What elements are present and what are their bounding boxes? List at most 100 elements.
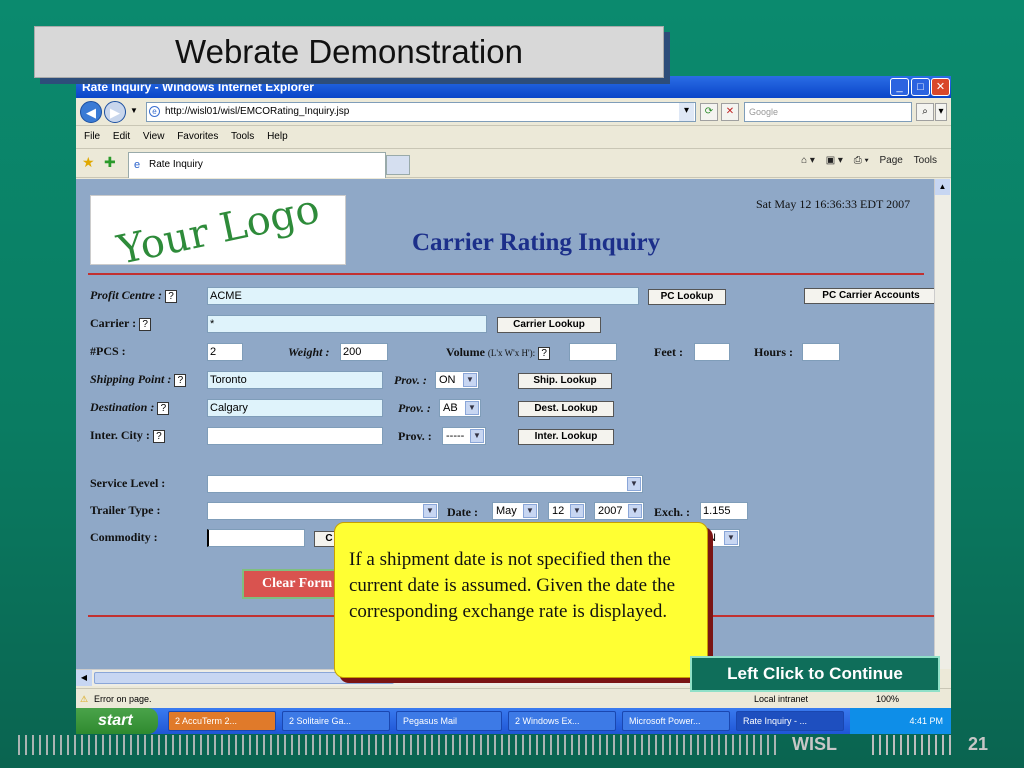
title-divider xyxy=(88,273,924,275)
dest-prov-select[interactable]: AB ▼ xyxy=(439,399,481,417)
search-options-icon[interactable]: ▾ xyxy=(935,103,947,121)
weight-input[interactable]: 200 xyxy=(340,343,388,361)
year-select[interactable]: 2007 ▼ xyxy=(594,502,644,520)
dest-lookup-button[interactable]: Dest. Lookup xyxy=(518,401,614,417)
back-button[interactable]: ◀ xyxy=(80,101,102,123)
print-icon[interactable]: ⎙ ▾ xyxy=(854,155,869,166)
slide-number: 21 xyxy=(968,734,989,754)
clock[interactable]: 4:41 PM xyxy=(909,716,943,726)
task-accuterm[interactable]: 2 AccuTerm 2... xyxy=(168,711,276,731)
carrier-label: Carrier : ? xyxy=(90,316,152,331)
tab-label: Rate Inquiry xyxy=(149,159,203,170)
menu-tools[interactable]: Tools xyxy=(231,131,254,142)
carrier-help-icon[interactable]: ? xyxy=(139,317,152,331)
date-label: Date : xyxy=(447,505,478,519)
company-logo: Your Logo xyxy=(90,186,346,274)
continue-button[interactable]: Left Click to Continue xyxy=(690,656,940,692)
currency-select[interactable]: N ▼ xyxy=(704,529,740,547)
volume-input[interactable] xyxy=(569,343,617,361)
commodity-input[interactable] xyxy=(207,529,305,547)
pcs-input[interactable]: 2 xyxy=(207,343,243,361)
hours-label: Hours : xyxy=(754,345,793,359)
trailer-type-label: Trailer Type : xyxy=(90,503,161,517)
shipping-help-icon[interactable]: ? xyxy=(174,373,187,387)
zoom-level[interactable]: 100% xyxy=(876,689,899,709)
exchange-rate-input[interactable]: 1.155 xyxy=(700,502,748,520)
status-text: Error on page. xyxy=(94,694,152,704)
footer-decoration xyxy=(18,735,778,755)
chevron-down-icon: ▼ xyxy=(627,477,641,491)
favorites-star-icon[interactable]: ★ xyxy=(82,154,95,171)
close-button[interactable]: ✕ xyxy=(931,78,950,96)
menu-file[interactable]: File xyxy=(84,131,100,142)
task-pegasus-mail[interactable]: Pegasus Mail xyxy=(396,711,502,731)
home-icon[interactable]: ⌂ ▾ xyxy=(801,155,815,166)
system-tray: 4:41 PM xyxy=(850,708,951,734)
stop-icon[interactable]: ✕ xyxy=(721,103,739,121)
profit-centre-help-icon[interactable]: ? xyxy=(165,289,177,303)
window-titlebar: Rate Inquiry - Windows Internet Explorer xyxy=(76,76,951,98)
forward-button[interactable]: ▶ xyxy=(104,101,126,123)
volume-label: Volume (L'x W'x H'): ? xyxy=(446,345,551,360)
pc-carrier-accounts-button[interactable]: PC Carrier Accounts xyxy=(804,288,938,304)
carrier-lookup-button[interactable]: Carrier Lookup xyxy=(497,317,601,333)
task-rate-inquiry[interactable]: Rate Inquiry - ... xyxy=(736,711,844,731)
inter-city-input[interactable] xyxy=(207,427,383,445)
add-favorite-icon[interactable]: ✚ xyxy=(104,154,116,171)
search-input[interactable]: Google xyxy=(744,102,912,122)
vertical-scrollbar[interactable]: ▲ xyxy=(934,179,951,669)
pc-lookup-button[interactable]: PC Lookup xyxy=(648,289,726,305)
footer-brand: WISL xyxy=(792,734,837,754)
new-tab-button[interactable] xyxy=(386,155,410,175)
menu-edit[interactable]: Edit xyxy=(113,131,130,142)
inter-prov-select[interactable]: ----- ▼ xyxy=(442,427,486,445)
volume-help-icon[interactable]: ? xyxy=(538,346,551,360)
hours-input[interactable] xyxy=(802,343,840,361)
start-button[interactable]: start xyxy=(76,708,158,734)
shipping-point-input[interactable]: Toronto xyxy=(207,371,383,389)
service-level-select[interactable]: ▼ xyxy=(207,475,643,493)
task-windows-explorer[interactable]: 2 Windows Ex... xyxy=(508,711,616,731)
task-powerpoint[interactable]: Microsoft Power... xyxy=(622,711,730,731)
task-solitaire[interactable]: 2 Solitaire Ga... xyxy=(282,711,390,731)
chevron-down-icon: ▼ xyxy=(628,504,642,518)
current-datetime: Sat May 12 16:36:33 EDT 2007 xyxy=(756,197,911,211)
warning-icon[interactable]: ⚠ xyxy=(80,689,88,709)
month-select[interactable]: May ▼ xyxy=(492,502,539,520)
ie-page-icon: e xyxy=(134,159,141,171)
shipping-prov-label: Prov. : xyxy=(394,373,427,387)
menu-bar: File Edit View Favorites Tools Help xyxy=(76,127,951,147)
profit-centre-input[interactable]: ACME xyxy=(207,287,639,305)
tab-rate-inquiry[interactable]: e Rate Inquiry xyxy=(128,152,386,178)
pcs-label: #PCS : xyxy=(90,344,126,358)
inter-lookup-button[interactable]: Inter. Lookup xyxy=(518,429,614,445)
address-dropdown-icon[interactable]: ▾ xyxy=(679,103,694,121)
day-select[interactable]: 12 ▼ xyxy=(548,502,586,520)
search-icon[interactable]: ⌕ xyxy=(916,103,934,121)
chevron-down-icon: ▼ xyxy=(570,504,584,518)
trailer-type-select[interactable]: ▼ xyxy=(207,502,439,520)
favorites-bar: ★ ✚ e Rate Inquiry ⌂ ▾ ▣ ▾ ⎙ ▾ Page Tool… xyxy=(76,148,951,178)
callout-note: If a shipment date is not specified then… xyxy=(334,522,708,678)
destination-help-icon[interactable]: ? xyxy=(157,401,170,415)
carrier-input[interactable]: * xyxy=(207,315,487,333)
tools-menu[interactable]: Tools xyxy=(914,155,937,166)
recent-pages-icon[interactable]: ▼ xyxy=(130,106,138,115)
address-input[interactable]: http://wisl01/wisl/EMCORating_Inquiry.js… xyxy=(146,102,696,122)
refresh-icon[interactable]: ⟳ xyxy=(700,103,718,121)
destination-input[interactable]: Calgary xyxy=(207,399,383,417)
maximize-button[interactable]: □ xyxy=(911,78,930,96)
menu-view[interactable]: View xyxy=(143,131,165,142)
feet-input[interactable] xyxy=(694,343,730,361)
feeds-icon[interactable]: ▣ ▾ xyxy=(826,155,843,166)
minimize-button[interactable]: _ xyxy=(890,78,909,96)
inter-city-help-icon[interactable]: ? xyxy=(152,429,165,443)
chevron-down-icon: ▼ xyxy=(463,373,477,387)
menu-help[interactable]: Help xyxy=(267,131,288,142)
scroll-up-icon[interactable]: ▲ xyxy=(935,179,950,195)
page-menu[interactable]: Page xyxy=(880,155,903,166)
shipping-prov-select[interactable]: ON ▼ xyxy=(435,371,479,389)
scroll-left-icon[interactable]: ◀ xyxy=(76,670,92,686)
ship-lookup-button[interactable]: Ship. Lookup xyxy=(518,373,612,389)
menu-favorites[interactable]: Favorites xyxy=(177,131,218,142)
